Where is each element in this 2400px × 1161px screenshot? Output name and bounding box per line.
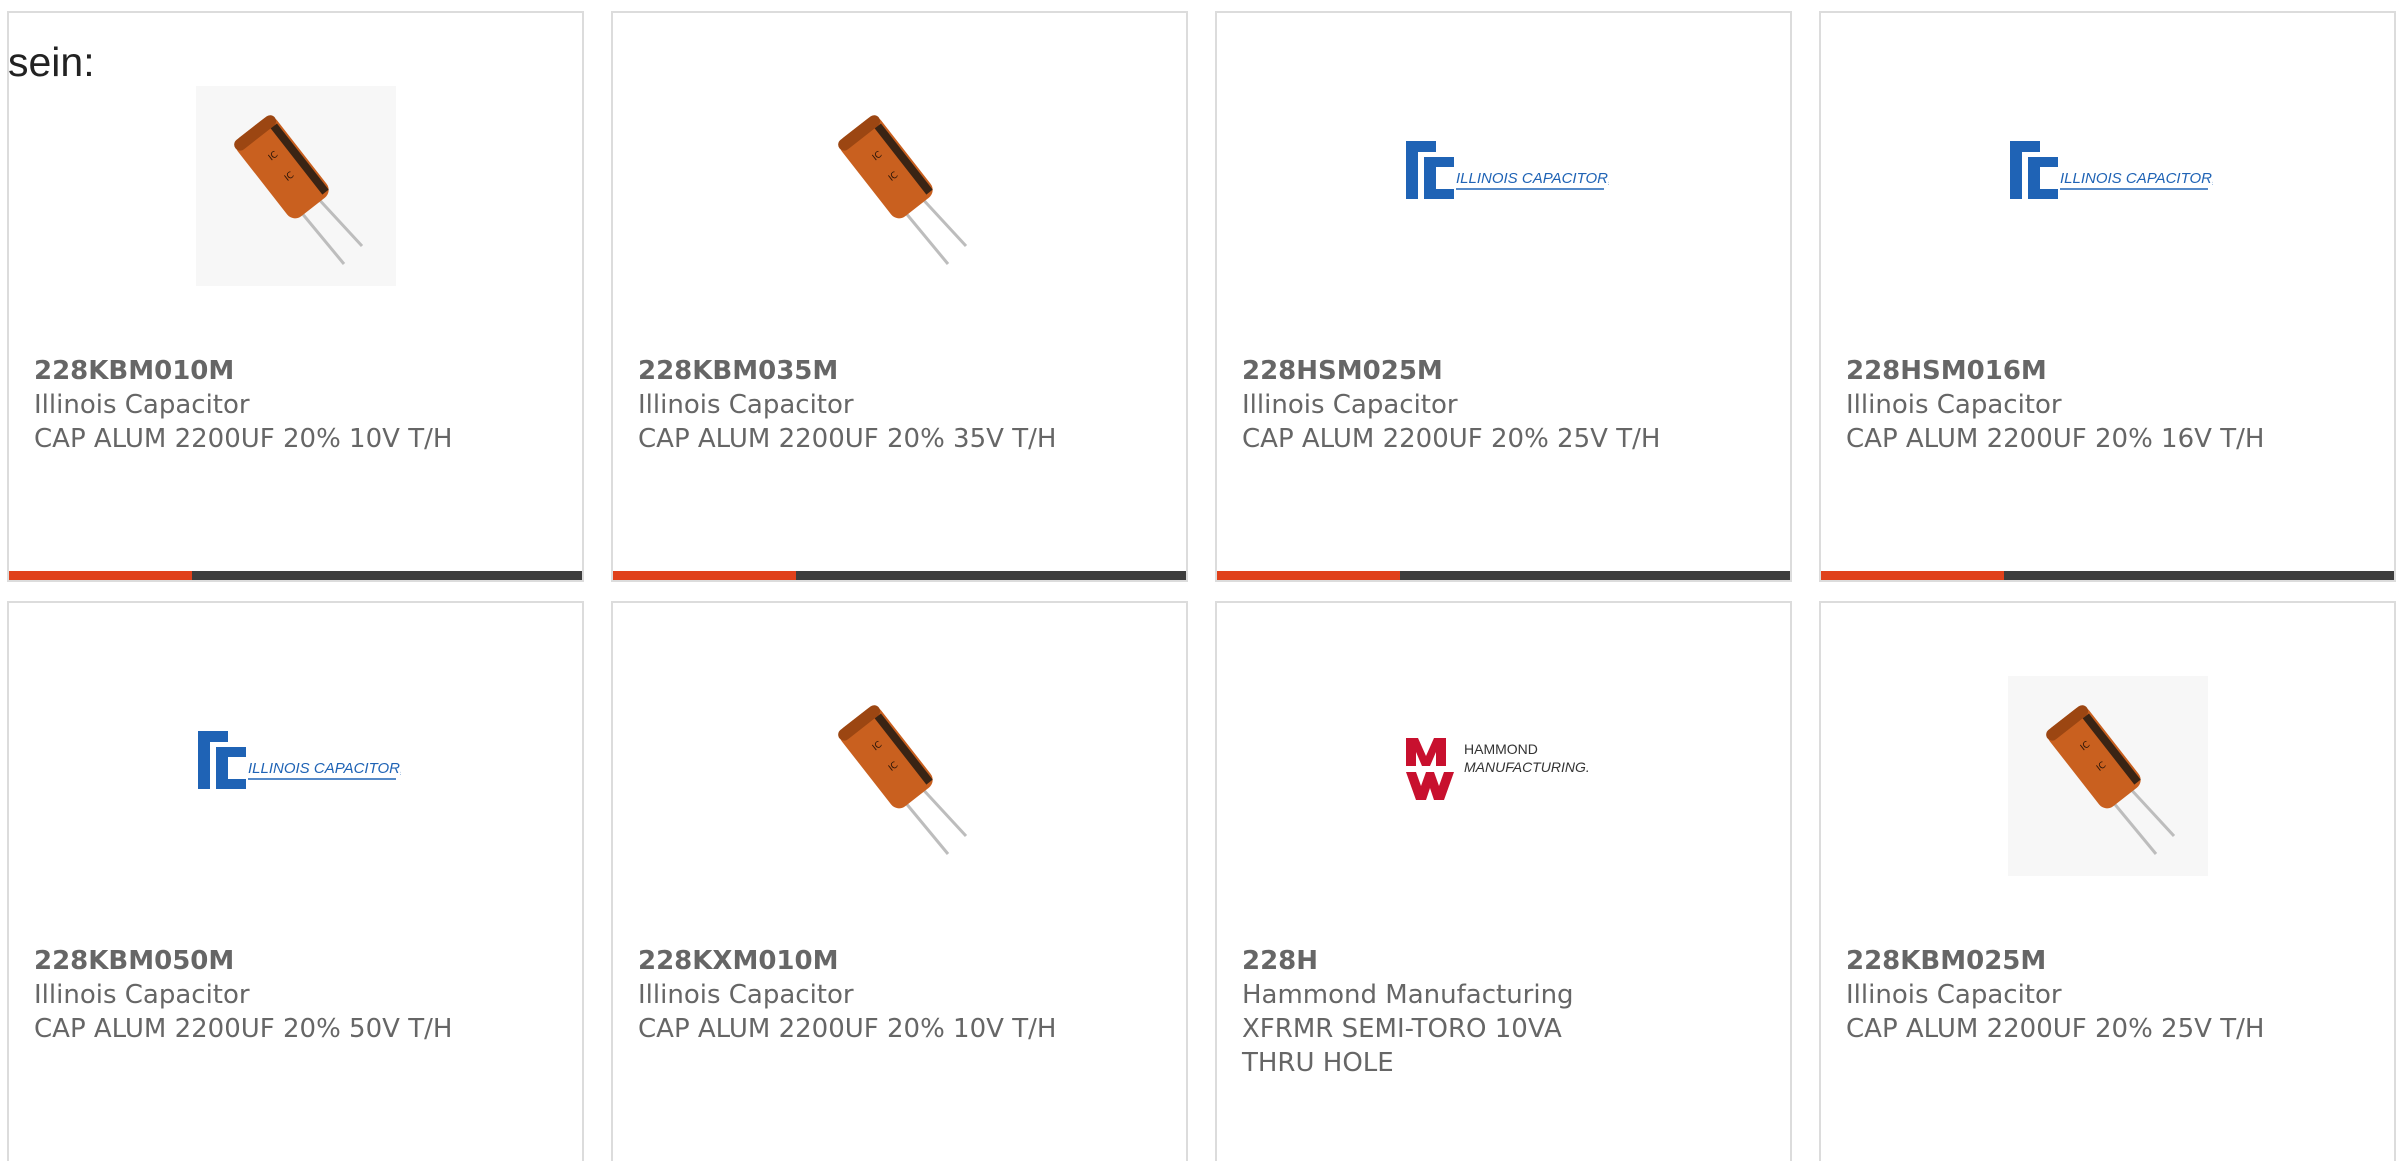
logo-text: ILLINOIS CAPACITOR, INC. bbox=[2060, 170, 2213, 187]
product-card[interactable]: IC IC 228KBM025M Illinois Capacitor CAP … bbox=[1819, 601, 2396, 1161]
intro-text: sein: bbox=[8, 39, 95, 85]
manufacturer: Illinois Capacitor bbox=[1846, 390, 2062, 420]
description: CAP ALUM 2200UF 20% 35V T/H bbox=[638, 424, 1057, 454]
description: CAP ALUM 2200UF 20% 25V T/H bbox=[1242, 424, 1661, 454]
product-info: 228HSM025M Illinois Capacitor CAP ALUM 2… bbox=[1242, 354, 1682, 456]
part-number[interactable]: 228KBM025M bbox=[1846, 944, 2286, 978]
part-number[interactable]: 228HSM016M bbox=[1846, 354, 2286, 388]
product-card[interactable]: IC IC 228KBM035M Illinois Capacitor CAP … bbox=[611, 11, 1188, 582]
card-accent-bar bbox=[1217, 571, 1790, 580]
product-info: 228KXM010M Illinois Capacitor CAP ALUM 2… bbox=[638, 944, 1078, 1046]
part-number[interactable]: 228KXM010M bbox=[638, 944, 1078, 978]
description: CAP ALUM 2200UF 20% 50V T/H bbox=[34, 1014, 453, 1044]
description: CAP ALUM 2200UF 20% 16V T/H bbox=[1846, 424, 2265, 454]
manufacturer: Illinois Capacitor bbox=[34, 980, 250, 1010]
product-info: 228HSM016M Illinois Capacitor CAP ALUM 2… bbox=[1846, 354, 2286, 456]
manufacturer: Illinois Capacitor bbox=[34, 390, 250, 420]
logo-text: ILLINOIS CAPACITOR, INC. bbox=[1456, 170, 1609, 187]
product-info: 228H Hammond Manufacturing XFRMR SEMI-TO… bbox=[1242, 944, 1662, 1080]
product-card[interactable]: HAMMOND MANUFACTURING. 228H Hammond Manu… bbox=[1215, 601, 1792, 1161]
manufacturer: Illinois Capacitor bbox=[1242, 390, 1458, 420]
manufacturer: Illinois Capacitor bbox=[638, 980, 854, 1010]
card-accent-bar bbox=[9, 571, 582, 580]
illinois-capacitor-logo: ILLINOIS CAPACITOR, INC. bbox=[2010, 141, 2213, 199]
part-number[interactable]: 228H bbox=[1242, 944, 1662, 978]
part-number[interactable]: 228KBM010M bbox=[34, 354, 474, 388]
product-info: 228KBM035M Illinois Capacitor CAP ALUM 2… bbox=[638, 354, 1078, 456]
product-info: 228KBM050M Illinois Capacitor CAP ALUM 2… bbox=[34, 944, 474, 1046]
illinois-capacitor-logo: ILLINOIS CAPACITOR, INC. bbox=[1406, 141, 1609, 199]
description: CAP ALUM 2200UF 20% 10V T/H bbox=[638, 1014, 1057, 1044]
capacitor-photo: IC IC bbox=[800, 86, 1000, 286]
product-card[interactable]: ILLINOIS CAPACITOR, INC. 228HSM016M Illi… bbox=[1819, 11, 2396, 582]
hammond-manufacturing-logo: HAMMOND MANUFACTURING. bbox=[1406, 738, 1590, 800]
product-card[interactable]: IC IC 228KBM010M Illinois Capacitor CAP … bbox=[7, 11, 584, 582]
manufacturer: Illinois Capacitor bbox=[1846, 980, 2062, 1010]
part-number[interactable]: 228HSM025M bbox=[1242, 354, 1682, 388]
capacitor-photo: IC IC bbox=[800, 676, 1000, 876]
part-number[interactable]: 228KBM035M bbox=[638, 354, 1078, 388]
description: CAP ALUM 2200UF 20% 25V T/H bbox=[1846, 1014, 2265, 1044]
part-number[interactable]: 228KBM050M bbox=[34, 944, 474, 978]
description: XFRMR SEMI-TORO 10VA THRU HOLE bbox=[1242, 1014, 1562, 1078]
manufacturer: Illinois Capacitor bbox=[638, 390, 854, 420]
manufacturer: Hammond Manufacturing bbox=[1242, 980, 1574, 1010]
logo-text-line1: HAMMOND bbox=[1464, 741, 1538, 757]
logo-text-line2: MANUFACTURING. bbox=[1464, 759, 1590, 775]
product-info: 228KBM025M Illinois Capacitor CAP ALUM 2… bbox=[1846, 944, 2286, 1046]
capacitor-photo: IC IC bbox=[2008, 676, 2208, 876]
card-accent-bar bbox=[613, 571, 1186, 580]
description: CAP ALUM 2200UF 20% 10V T/H bbox=[34, 424, 453, 454]
illinois-capacitor-logo: ILLINOIS CAPACITOR, INC. bbox=[198, 731, 401, 789]
logo-text: ILLINOIS CAPACITOR, INC. bbox=[248, 760, 401, 777]
product-info: 228KBM010M Illinois Capacitor CAP ALUM 2… bbox=[34, 354, 474, 456]
product-card[interactable]: IC IC 228KXM010M Illinois Capacitor CAP … bbox=[611, 601, 1188, 1161]
capacitor-photo: IC IC bbox=[196, 86, 396, 286]
product-card[interactable]: ILLINOIS CAPACITOR, INC. 228KBM050M Illi… bbox=[7, 601, 584, 1161]
card-accent-bar bbox=[1821, 571, 2394, 580]
product-card[interactable]: ILLINOIS CAPACITOR, INC. 228HSM025M Illi… bbox=[1215, 11, 1792, 582]
